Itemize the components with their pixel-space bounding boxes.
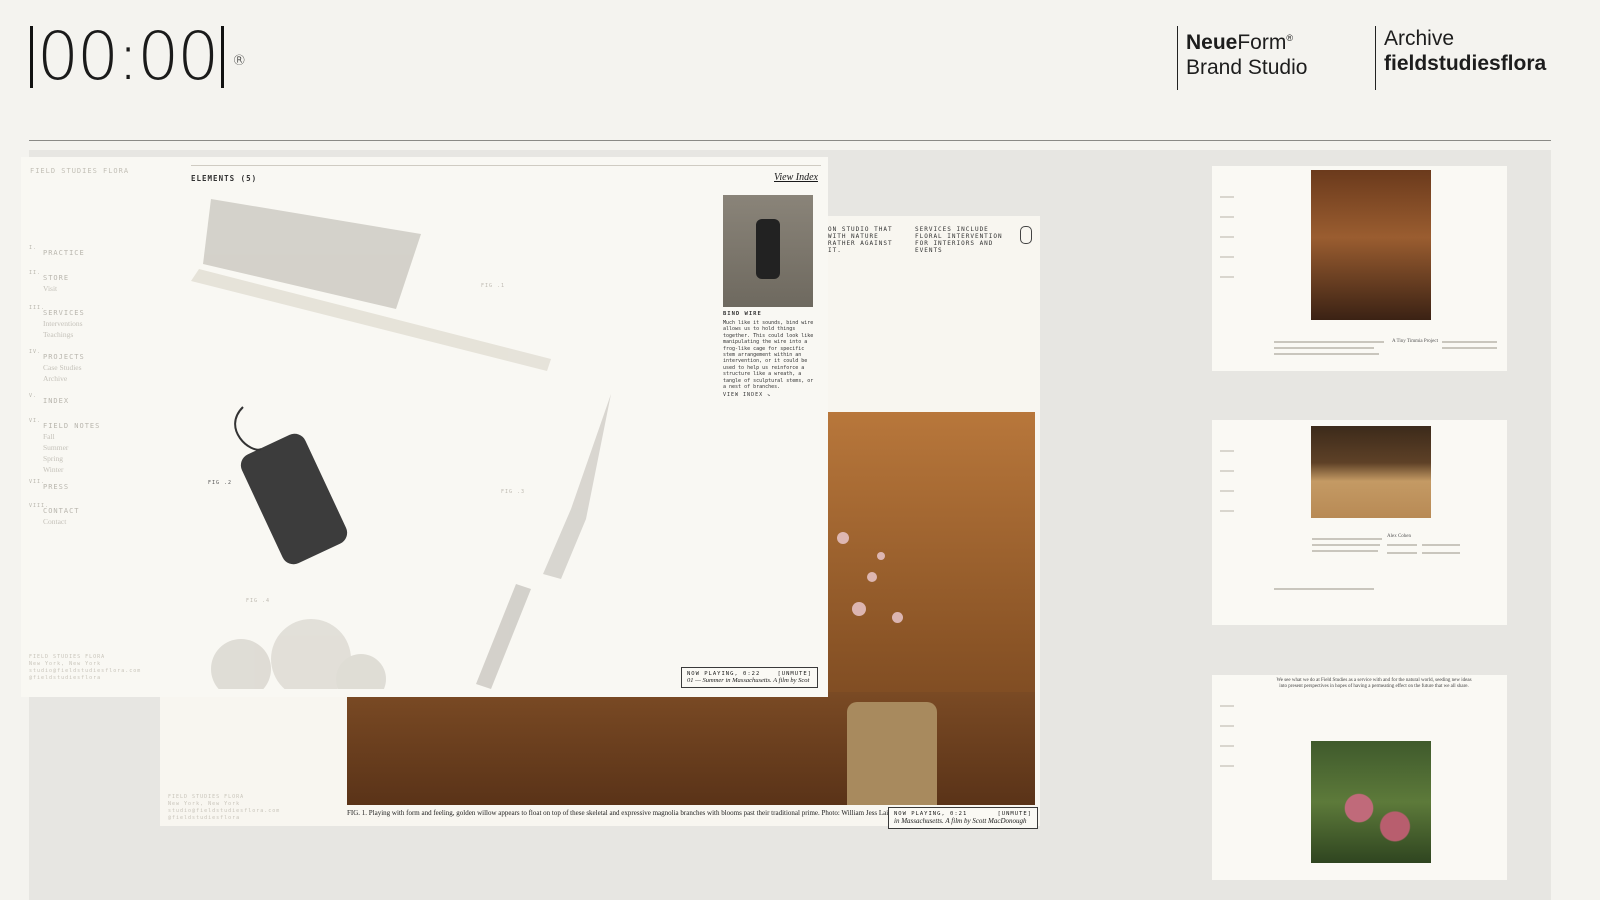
monogram-icon[interactable] (1020, 226, 1032, 244)
site-name[interactable]: FIELD STUDIES FLORA (30, 167, 129, 175)
footer-line: FIELD STUDIES FLORA (29, 654, 106, 660)
website-mockup-elements: FIELD STUDIES FLORA I. PRACTICE II. STORE V… (21, 157, 828, 697)
bind-wire-thumbnail[interactable] (723, 195, 813, 307)
header-divider (29, 140, 1551, 141)
card-title: BIND WIRE (723, 311, 762, 317)
nav-index[interactable]: V. INDEX (29, 393, 69, 405)
card-body: Much like it sounds, bind wire allows us… (723, 320, 814, 391)
archive-line2: fieldstudiesflora (1384, 52, 1547, 75)
shears-image (476, 394, 611, 689)
thumbnail-photo (1311, 741, 1431, 863)
fig-label: FIG .4 (246, 598, 271, 604)
nav-projects[interactable]: IV. PROJECTS Case Studies Archive (29, 349, 85, 383)
logo-text: 00:00 (37, 18, 219, 95)
nav-press[interactable]: VII. PRESS (29, 479, 69, 491)
video-player-a[interactable]: NOW PLAYING, 0:22 [UNMUTE] 01 — Summer i… (681, 667, 818, 688)
video-player-b[interactable]: NOW PLAYING, 0:21 [UNMUTE] in Massachuse… (888, 807, 1038, 829)
player-title: in Massachusetts. A film by Scott MacDon… (894, 817, 1027, 825)
logo-bar-right (221, 26, 225, 88)
footer-line: studio@fieldstudiesflora.com (168, 808, 281, 814)
archive-line1: Archive (1384, 27, 1455, 50)
intro-text-left: ON STUDIO THAT WITH NATURE RATHER AGAINS… (828, 226, 893, 254)
archive-thumbnail-1[interactable]: A Tiny Timmia Project (1212, 166, 1507, 371)
fig-label: FIG .3 (501, 489, 526, 495)
intro-text-right: SERVICES INCLUDE FLORAL INTERVENTION FOR… (915, 226, 1003, 254)
footer-line: New York, New York (29, 661, 102, 667)
studio-brand-bold: Neue (1186, 31, 1238, 54)
nav-store[interactable]: II. STORE Visit (29, 270, 69, 293)
elements-illustration (191, 199, 611, 689)
studio-credit[interactable]: NeueForm® Brand Studio (1177, 26, 1307, 90)
studio-line2: Brand Studio (1186, 56, 1308, 79)
nav-contact[interactable]: VIII. CONTACT Contact (29, 503, 80, 526)
elements-heading: ELEMENTS (5) (191, 174, 258, 183)
foliage-image (211, 619, 386, 689)
footer-line: studio@fieldstudiesflora.com (29, 668, 142, 674)
archive-thumbnail-3[interactable]: We see what we do at Field Studies as a … (1212, 675, 1507, 880)
card-view-index-link[interactable]: VIEW INDEX ↘ (723, 392, 771, 398)
fig-label: FIG .1 (481, 283, 506, 289)
view-index-link[interactable]: View Index (774, 172, 818, 183)
thumbnail-photo (1311, 426, 1431, 518)
brand-logo[interactable]: 00:00 ® (26, 18, 246, 95)
footer-line: FIELD STUDIES FLORA (168, 794, 245, 800)
footer-line: @fieldstudiesflora (29, 675, 102, 681)
thumbnail-caption: We see what we do at Field Studies as a … (1276, 678, 1472, 689)
nav-practice[interactable]: I. PRACTICE (29, 245, 85, 257)
page-a-footer: FIELD STUDIES FLORA New York, New York s… (29, 654, 149, 682)
thumbnail-caption: A Tiny Timmia Project (1392, 339, 1438, 344)
studio-brand-rest: Form (1237, 31, 1287, 54)
bind-wire-image (234, 406, 348, 565)
nav-field-notes[interactable]: VI. FIELD NOTES Fall Summer Spring Winter (29, 418, 100, 474)
nav-services[interactable]: III. SERVICES Interventions Teachings (29, 305, 85, 339)
archive-credit[interactable]: Archive fieldstudiesflora (1375, 26, 1546, 90)
logo-bar-left (30, 26, 33, 88)
thumbnail-caption: Alex Cohen (1387, 534, 1412, 539)
archive-thumbnail-2[interactable]: Alex Cohen (1212, 420, 1507, 625)
elements-divider (191, 165, 821, 166)
page-b-footer: FIELD STUDIES FLORA New York, New York s… (168, 794, 288, 822)
fig-label: FIG .2 (208, 480, 233, 486)
studio-brand-mark: ® (1286, 33, 1293, 43)
footer-line: @fieldstudiesflora (168, 815, 241, 821)
thumbnail-photo (1311, 170, 1431, 320)
logo-registered-mark: ® (232, 53, 247, 69)
player-title: 01 — Summer in Massachusetts. A film by … (687, 677, 810, 684)
footer-line: New York, New York (168, 801, 241, 807)
